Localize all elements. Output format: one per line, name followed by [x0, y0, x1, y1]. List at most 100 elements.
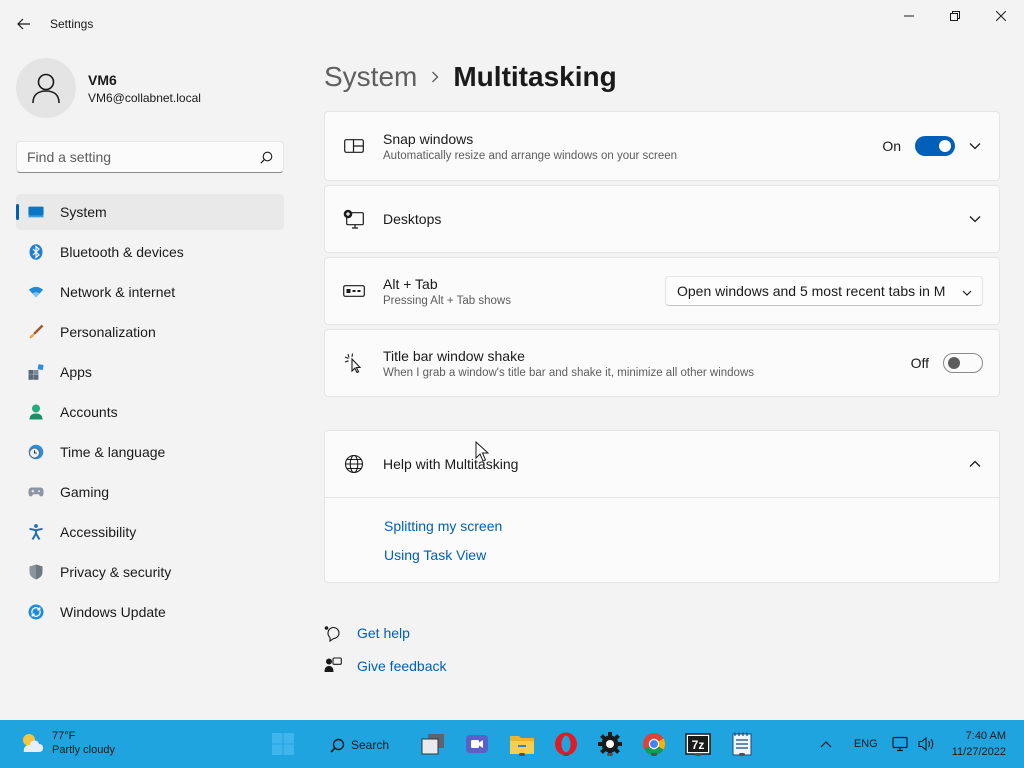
snap-layout-icon [343, 135, 365, 157]
get-help-label: Get help [357, 624, 410, 641]
taskbar-clock[interactable]: 7:40 AM 11/27/2022 [952, 728, 1006, 760]
minimize-icon [904, 15, 914, 17]
help-link-task-view[interactable]: Using Task View [384, 547, 999, 576]
sidebar-item-accounts[interactable]: Accounts [16, 394, 284, 430]
chevron-right-icon [431, 71, 439, 83]
title-bar: Settings [0, 0, 1024, 48]
search-box[interactable] [16, 141, 284, 173]
input-language[interactable]: ENG [854, 738, 878, 750]
clock-date: 11/27/2022 [951, 746, 1006, 758]
close-button[interactable] [978, 0, 1024, 32]
snap-windows-card[interactable]: Snap windows Automatically resize and ar… [324, 111, 1000, 181]
update-icon [28, 604, 44, 620]
back-button[interactable] [10, 10, 38, 38]
accessibility-icon [28, 524, 44, 540]
sidebar: VM6 VM6@collabnet.local System Bluetooth… [0, 48, 300, 720]
sidebar-item-label: Accounts [60, 404, 118, 420]
sidebar-item-label: Time & language [60, 444, 166, 460]
sidebar-item-network[interactable]: Network & internet [16, 274, 284, 310]
virtual-desktops-icon [343, 208, 365, 230]
minimize-button[interactable] [886, 0, 932, 32]
help-header[interactable]: Help with Multitasking [325, 431, 999, 498]
chat-icon [466, 735, 488, 753]
task-view-button[interactable] [419, 730, 447, 758]
brush-icon [28, 324, 44, 340]
chrome-button[interactable] [640, 730, 668, 758]
shake-toggle-state: Off [910, 355, 929, 371]
weather-widget[interactable]: 77°F Partly cloudy [18, 729, 115, 757]
breadcrumb: System Multitasking [324, 57, 617, 97]
speaker-icon [918, 736, 934, 752]
wifi-icon [28, 284, 44, 300]
close-icon [996, 11, 1006, 21]
sidebar-item-label: Accessibility [60, 524, 137, 540]
weather-temperature: 77°F [52, 730, 76, 742]
restore-button[interactable] [932, 0, 978, 32]
shake-cursor-icon [343, 352, 365, 374]
user-profile[interactable]: VM6 VM6@collabnet.local [16, 58, 201, 118]
opera-button[interactable] [552, 730, 580, 758]
taskbar-search[interactable]: Search [330, 732, 412, 758]
sidebar-item-label: Network & internet [60, 284, 176, 300]
help-icon [324, 625, 340, 642]
taskbar: 77°F Partly cloudy Search 7z ENG 7:40 AM… [0, 720, 1024, 768]
footer-links: Get help Give feedback [324, 616, 447, 682]
sidebar-item-accessibility[interactable]: Accessibility [16, 514, 284, 550]
chevron-down-icon[interactable] [967, 138, 983, 154]
sidebar-item-label: Apps [60, 364, 92, 380]
sidebar-item-apps[interactable]: Apps [16, 354, 284, 390]
sidebar-item-time-language[interactable]: Time & language [16, 434, 284, 470]
search-input[interactable] [27, 149, 260, 165]
alt-tab-description: Pressing Alt + Tab shows [383, 294, 511, 307]
get-help-link[interactable]: Get help [324, 616, 447, 649]
snap-windows-toggle[interactable] [915, 136, 955, 156]
user-icon [32, 73, 60, 104]
notepad-button[interactable] [728, 730, 756, 758]
alt-tab-selected-value: Open windows and 5 most recent tabs in M [677, 283, 946, 299]
file-explorer-icon [510, 736, 534, 754]
sidebar-item-gaming[interactable]: Gaming [16, 474, 284, 510]
search-icon [330, 738, 345, 753]
sidebar-item-privacy[interactable]: Privacy & security [16, 554, 284, 590]
breadcrumb-parent[interactable]: System [324, 61, 417, 93]
sidebar-item-label: System [60, 204, 107, 220]
give-feedback-link[interactable]: Give feedback [324, 649, 447, 682]
desktops-card[interactable]: Desktops [324, 185, 1000, 253]
weather-description: Partly cloudy [52, 744, 115, 756]
chevron-up-icon [820, 741, 832, 748]
snap-toggle-state: On [882, 138, 901, 154]
7zip-button[interactable]: 7z [684, 730, 712, 758]
sidebar-item-bluetooth[interactable]: Bluetooth & devices [16, 234, 284, 270]
sidebar-item-system[interactable]: System [16, 194, 284, 230]
title-bar-shake-card: Title bar window shake When I grab a win… [324, 329, 1000, 397]
partly-cloudy-icon [23, 734, 43, 752]
clock-time: 7:40 AM [965, 730, 1006, 742]
show-hidden-icons-button[interactable] [820, 740, 832, 748]
volume-tray-button[interactable] [918, 736, 936, 752]
alt-tab-title: Alt + Tab [383, 275, 438, 292]
title-bar-shake-toggle[interactable] [943, 353, 983, 373]
file-explorer-button[interactable] [508, 730, 536, 758]
network-icon [892, 736, 908, 752]
globe-icon [343, 453, 365, 475]
chat-button[interactable] [463, 730, 491, 758]
alt-tab-card: Alt + Tab Pressing Alt + Tab shows Open … [324, 257, 1000, 325]
start-button[interactable] [269, 730, 297, 758]
sidebar-item-windows-update[interactable]: Windows Update [16, 594, 284, 630]
chevron-down-icon[interactable] [967, 211, 983, 227]
settings-app-button[interactable] [596, 730, 624, 758]
network-tray-button[interactable] [892, 736, 908, 752]
restore-icon [950, 11, 960, 21]
chevron-up-icon[interactable] [967, 456, 983, 472]
desktops-title: Desktops [383, 211, 442, 227]
taskbar-search-label: Search [351, 738, 390, 752]
window-controls [886, 0, 1024, 32]
sidebar-item-personalization[interactable]: Personalization [16, 314, 284, 350]
nav-list: System Bluetooth & devices Network & int… [16, 194, 284, 634]
help-link-splitting-screen[interactable]: Splitting my screen [384, 518, 999, 547]
task-view-icon [421, 734, 444, 755]
search-icon [260, 151, 273, 164]
alt-tab-dropdown[interactable]: Open windows and 5 most recent tabs in M [665, 276, 983, 306]
help-card: Help with Multitasking Splitting my scre… [324, 430, 1000, 583]
profile-name: VM6 [88, 71, 117, 88]
